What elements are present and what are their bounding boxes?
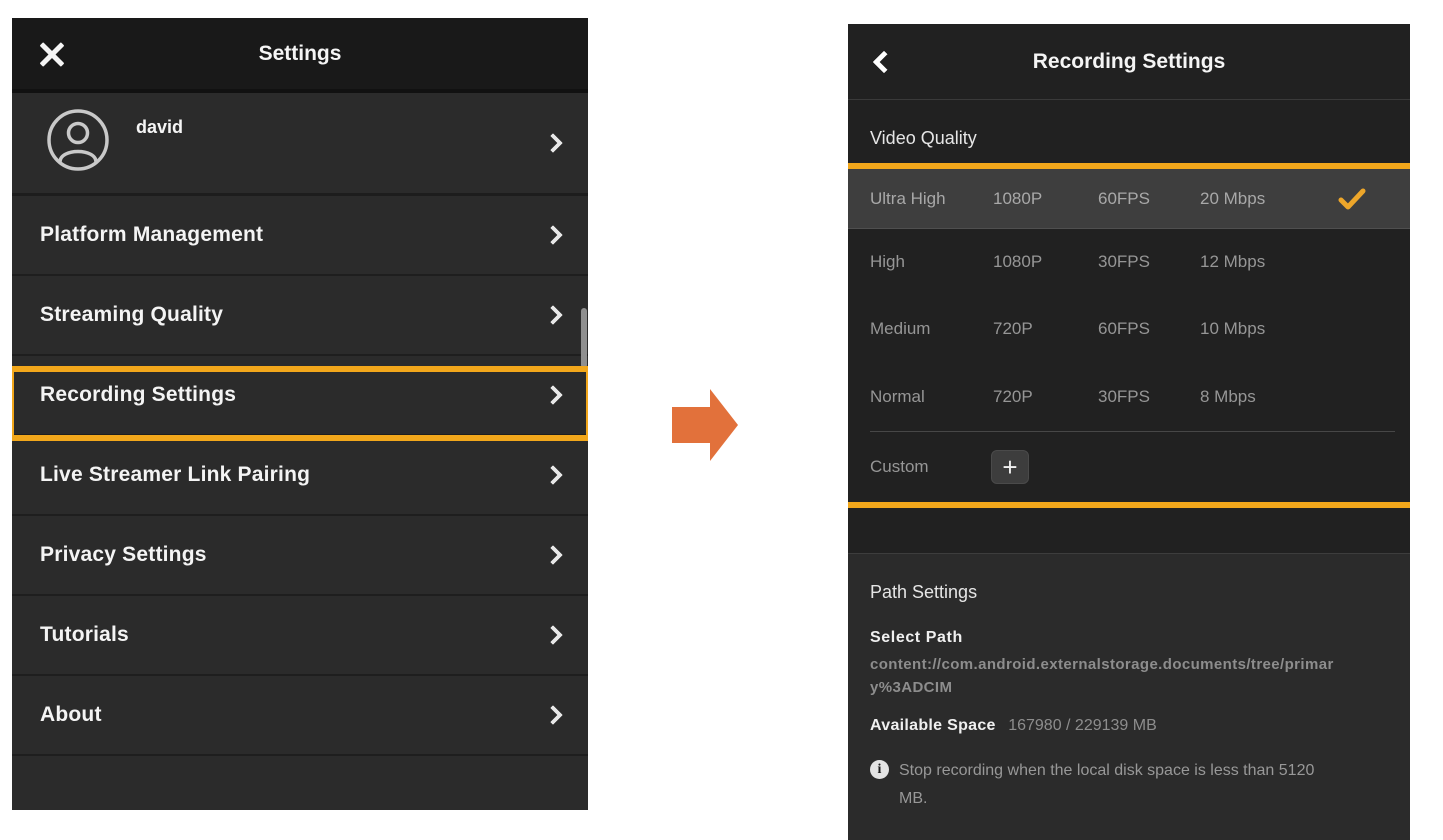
quality-resolution: 1080P xyxy=(993,189,1098,209)
screenshot-stage: Settings david Platform Management Strea… xyxy=(0,0,1443,840)
video-quality-table: Ultra High 1080P 60FPS 20 Mbps High 1080… xyxy=(848,169,1410,502)
video-quality-section-label: Video Quality xyxy=(848,100,1410,149)
quality-name: Medium xyxy=(848,319,993,339)
settings-header: Settings xyxy=(12,18,588,93)
chevron-right-icon xyxy=(543,465,563,485)
path-settings-section: Path Settings Select Path content://com.… xyxy=(848,553,1410,840)
available-space-value: 167980 / 229139 MB xyxy=(1008,717,1157,734)
recording-settings-header: Recording Settings xyxy=(848,24,1410,100)
arrow-bar xyxy=(672,407,710,443)
add-custom-quality-button[interactable]: + xyxy=(991,450,1029,484)
menu-item-label: Recording Settings xyxy=(40,383,236,407)
menu-item-about[interactable]: About xyxy=(12,676,588,756)
chevron-right-icon xyxy=(543,545,563,565)
quality-bitrate: 8 Mbps xyxy=(1200,387,1338,407)
quality-bitrate: 10 Mbps xyxy=(1200,319,1338,339)
quality-row-ultra-high[interactable]: Ultra High 1080P 60FPS 20 Mbps xyxy=(848,169,1410,229)
arrow-head xyxy=(710,389,738,461)
menu-item-label: About xyxy=(40,703,102,727)
settings-panel: Settings david Platform Management Strea… xyxy=(12,18,588,810)
quality-resolution: 720P xyxy=(993,319,1098,339)
quality-name: Normal xyxy=(848,387,993,407)
menu-item-label: Streaming Quality xyxy=(40,303,223,327)
available-space-label: Available Space xyxy=(870,717,996,734)
path-settings-label: Path Settings xyxy=(870,582,1390,603)
menu-item-platform-management[interactable]: Platform Management xyxy=(12,196,588,276)
checkmark-icon xyxy=(1338,187,1378,211)
chevron-right-icon xyxy=(543,133,563,153)
menu-item-label: Live Streamer Link Pairing xyxy=(40,463,310,487)
chevron-right-icon xyxy=(543,705,563,725)
info-icon: i xyxy=(870,760,889,779)
menu-item-label: Tutorials xyxy=(40,623,129,647)
annotation-arrow-icon xyxy=(672,389,736,461)
user-profile-row[interactable]: david xyxy=(12,93,588,196)
chevron-right-icon xyxy=(543,385,563,405)
quality-bitrate: 12 Mbps xyxy=(1200,252,1338,272)
chevron-right-icon xyxy=(543,305,563,325)
menu-item-label: Platform Management xyxy=(40,223,263,247)
quality-name: Custom xyxy=(848,457,993,477)
quality-resolution: 720P xyxy=(993,387,1098,407)
menu-item-live-streamer-link-pairing[interactable]: Live Streamer Link Pairing xyxy=(12,436,588,516)
user-name: david xyxy=(136,117,183,138)
settings-title: Settings xyxy=(12,42,588,66)
close-icon[interactable] xyxy=(38,40,66,68)
quality-fps: 60FPS xyxy=(1098,319,1200,339)
quality-resolution: 1080P xyxy=(993,252,1098,272)
menu-item-recording-settings[interactable]: Recording Settings xyxy=(12,356,588,436)
disk-space-note-text: Stop recording when the local disk space… xyxy=(899,757,1339,813)
scrollbar-thumb[interactable] xyxy=(581,308,587,368)
quality-row-normal[interactable]: Normal 720P 30FPS 8 Mbps xyxy=(848,362,1410,431)
menu-item-tutorials[interactable]: Tutorials xyxy=(12,596,588,676)
chevron-right-icon xyxy=(543,225,563,245)
available-space-row: Available Space 167980 / 229139 MB xyxy=(870,717,1390,735)
recording-settings-panel: Recording Settings Video Quality Ultra H… xyxy=(848,24,1410,840)
quality-fps: 60FPS xyxy=(1098,189,1200,209)
quality-row-high[interactable]: High 1080P 30FPS 12 Mbps xyxy=(848,229,1410,295)
menu-item-streaming-quality[interactable]: Streaming Quality xyxy=(12,276,588,356)
quality-name: High xyxy=(848,252,993,272)
quality-row-custom: Custom + xyxy=(848,432,1410,502)
select-path-value[interactable]: content://com.android.externalstorage.do… xyxy=(870,653,1340,699)
select-path-label: Select Path xyxy=(870,629,1390,647)
menu-item-privacy-settings[interactable]: Privacy Settings xyxy=(12,516,588,596)
quality-bitrate: 20 Mbps xyxy=(1200,189,1338,209)
quality-fps: 30FPS xyxy=(1098,252,1200,272)
disk-space-note: i Stop recording when the local disk spa… xyxy=(870,757,1390,813)
chevron-right-icon xyxy=(543,625,563,645)
quality-name: Ultra High xyxy=(848,189,993,209)
avatar-icon xyxy=(46,108,110,172)
recording-settings-title: Recording Settings xyxy=(848,50,1410,74)
quality-fps: 30FPS xyxy=(1098,387,1200,407)
menu-item-label: Privacy Settings xyxy=(40,543,207,567)
quality-row-medium[interactable]: Medium 720P 60FPS 10 Mbps xyxy=(848,295,1410,362)
